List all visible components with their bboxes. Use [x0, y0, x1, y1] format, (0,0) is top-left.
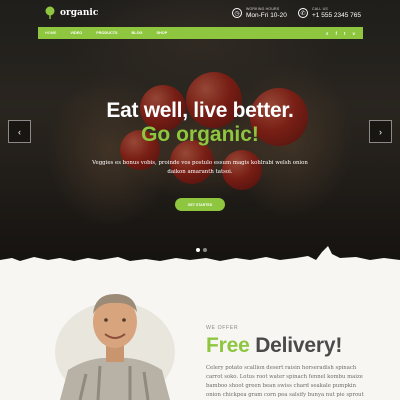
slider-next-button[interactable]: › [369, 120, 392, 143]
offer-title-accent: Free [206, 334, 250, 357]
nav-item-home[interactable]: HOME [38, 27, 63, 39]
top-bar: organic ◷ WORKING HOURS Mon-Fri 10-20 ✆ … [0, 0, 400, 27]
nav-item-video[interactable]: VIDEO [63, 27, 89, 39]
page: organic ◷ WORKING HOURS Mon-Fri 10-20 ✆ … [0, 0, 400, 400]
call-us: ✆ CALL US +1 555 2345 765 [298, 7, 361, 19]
slider-prev-button[interactable]: ‹ [8, 120, 31, 143]
chevron-right-icon: › [379, 126, 382, 137]
phone-icon: ✆ [298, 8, 308, 18]
logo[interactable]: organic [43, 6, 98, 20]
call-us-label: CALL US [312, 7, 328, 11]
logo-text: organic [60, 8, 99, 18]
working-hours-label: WORKING HOURS [246, 7, 280, 11]
clock-icon: ◷ [232, 8, 242, 18]
twitter-icon[interactable]: t [344, 31, 346, 36]
get-started-button[interactable]: GET STARTED [175, 198, 225, 211]
hero-section: organic ◷ WORKING HOURS Mon-Fri 10-20 ✆ … [0, 0, 400, 262]
call-us-value[interactable]: +1 555 2345 765 [312, 12, 361, 19]
torn-paper-divider [0, 246, 400, 270]
tree-icon [45, 6, 55, 19]
nav-item-blog[interactable]: BLOG [125, 27, 150, 39]
nav-item-products[interactable]: PRODUCTS [89, 27, 124, 39]
farmer-image [55, 294, 175, 400]
offer-description: Celery potato scallion desert raisin hor… [206, 365, 364, 398]
offer-title: Free Delivery! [206, 334, 342, 358]
hero-subtitle: Veggies es bonus vobis, proinde vos post… [92, 160, 308, 175]
offer-title-main: Delivery! [255, 334, 343, 357]
hero-title-accent: Go organic! [141, 123, 259, 146]
hero-title: Eat well, live better. [106, 99, 294, 122]
main-nav: HOME VIDEO PRODUCTS BLOG SHOP ⌕ f t v [38, 27, 363, 39]
facebook-icon[interactable]: f [335, 31, 337, 36]
working-hours: ◷ WORKING HOURS Mon-Fri 10-20 [232, 7, 287, 19]
nav-icons: ⌕ f t v [326, 31, 363, 36]
working-hours-value: Mon-Fri 10-20 [246, 12, 287, 19]
search-icon[interactable]: ⌕ [326, 31, 329, 36]
offer-kicker: WE OFFER [206, 325, 239, 331]
nav-item-shop[interactable]: SHOP [150, 27, 175, 39]
vimeo-icon[interactable]: v [352, 31, 355, 36]
chevron-left-icon: ‹ [18, 126, 21, 137]
